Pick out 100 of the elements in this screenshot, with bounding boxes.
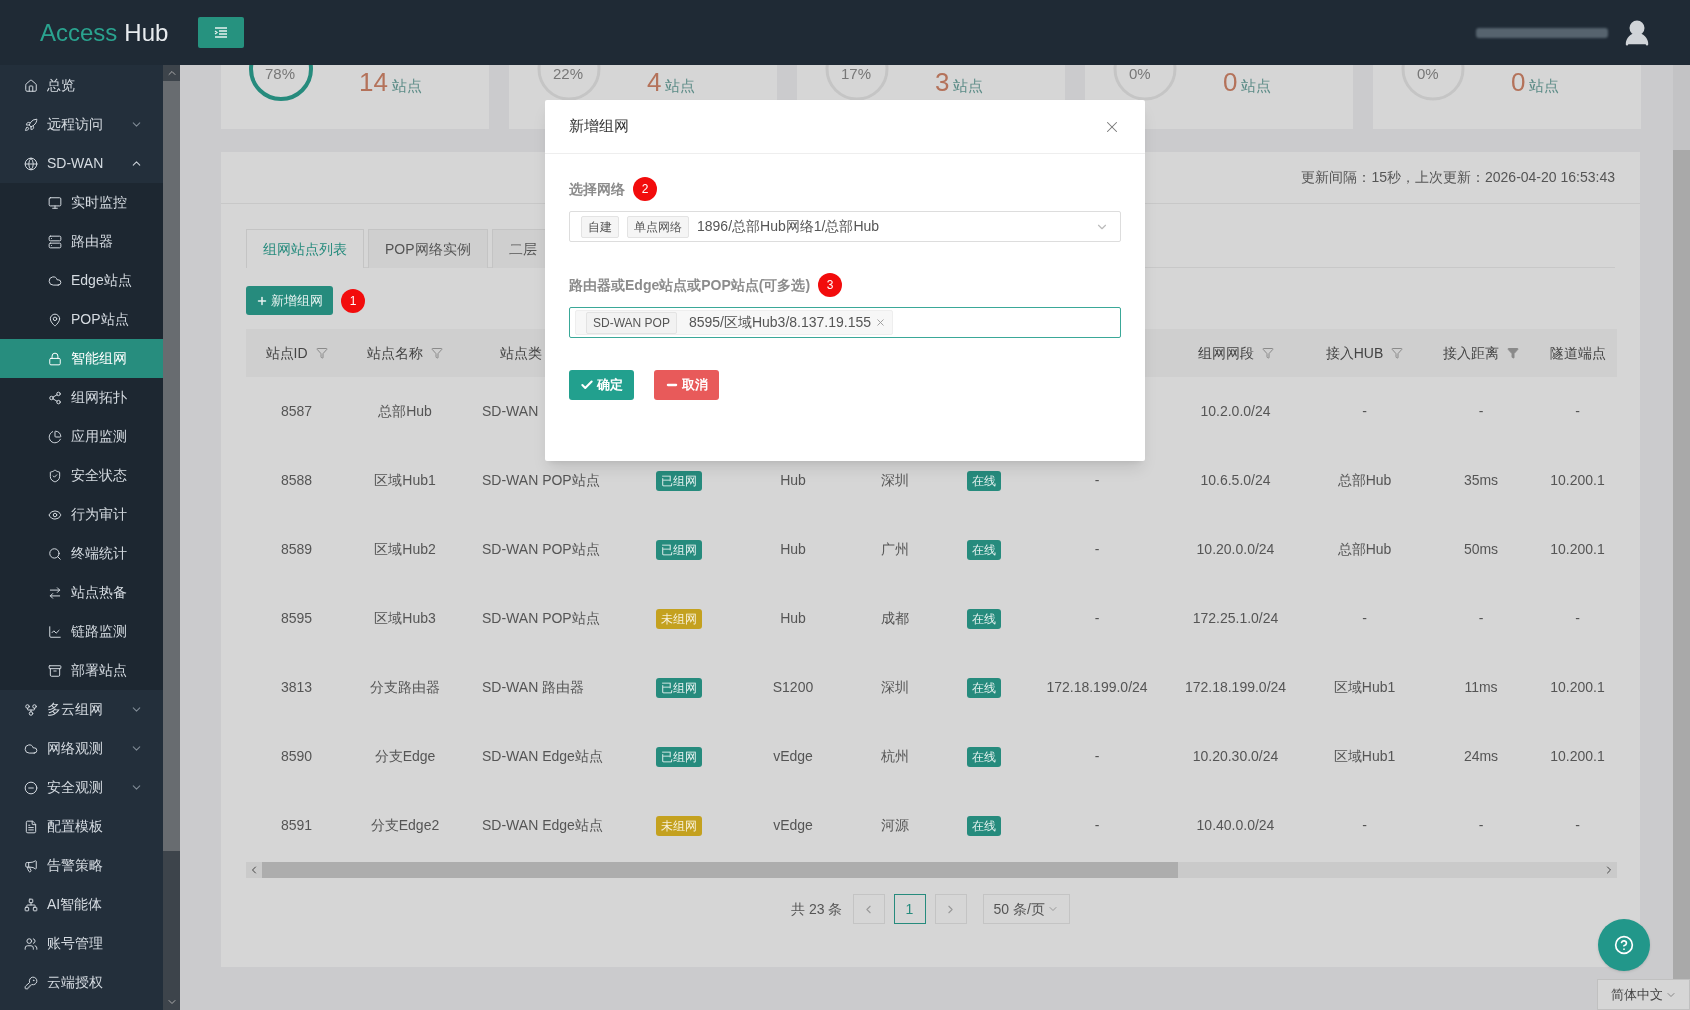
menu-toggle-button[interactable]: [198, 17, 244, 48]
house-icon: [24, 78, 38, 93]
server-icon: [48, 234, 62, 249]
nav-item[interactable]: POP站点: [0, 300, 163, 339]
nav-item[interactable]: AI智能体: [0, 885, 163, 924]
table-cell-text: 10.200.1: [1550, 747, 1605, 766]
table-cell-text: 24ms: [1463, 747, 1499, 766]
column-header[interactable]: 站点名称: [367, 342, 423, 364]
site-multiselect[interactable]: SD-WAN POP 8595/区域Hub3/8.137.19.155: [569, 307, 1121, 338]
status-tag: 在线: [967, 470, 1001, 491]
users-icon: [24, 936, 38, 951]
scrollbar-thumb[interactable]: [163, 81, 180, 851]
table-cell-text: 总部Hub: [1337, 471, 1392, 490]
percent-label: 17%: [841, 65, 872, 82]
table-cell-text: 8588: [280, 471, 313, 490]
column-header[interactable]: 站点ID: [265, 342, 308, 364]
table-cell-text: vEdge: [773, 747, 813, 766]
lock-icon: [48, 351, 62, 366]
table-cell-text: -: [1094, 540, 1100, 559]
network-select[interactable]: 自建 单点网络 1896/总部Hub网络1/总部Hub: [569, 211, 1121, 242]
nav-item[interactable]: 终端统计: [0, 534, 163, 573]
nav-item[interactable]: 远程访问: [0, 105, 163, 144]
field-label: 选择网络: [569, 179, 625, 199]
map-pin-icon: [48, 312, 62, 327]
table-cell-text: SD-WAN: [482, 402, 539, 421]
column-header[interactable]: 接入HUB: [1325, 342, 1384, 364]
table-cell-text: 区域Hub3: [374, 609, 436, 628]
nav-item[interactable]: 组网拓扑: [0, 378, 163, 417]
filter-icon[interactable]: [1507, 347, 1519, 359]
nav-item[interactable]: 多云组网: [0, 690, 163, 729]
column-header[interactable]: 站点类: [500, 342, 542, 364]
nav-item[interactable]: 安全状态: [0, 456, 163, 495]
nav-item[interactable]: 部署站点: [0, 651, 163, 690]
step-badge: 3: [818, 273, 843, 297]
collapse-menu-icon: [214, 27, 228, 38]
nav-item[interactable]: 安全观测: [0, 768, 163, 807]
status-tag: 在线: [967, 815, 1001, 836]
nav-item[interactable]: Edge站点: [0, 261, 163, 300]
count-unit: 站点: [391, 76, 422, 96]
nav-item[interactable]: SD-WAN: [0, 144, 163, 183]
nav-item[interactable]: 应用监测: [0, 417, 163, 456]
cloud-icon: [24, 741, 38, 756]
filter-icon[interactable]: [315, 347, 328, 359]
table-cell-text: 10.40.0.0/24: [1196, 816, 1275, 835]
nav-item[interactable]: 实时监控: [0, 183, 163, 222]
nav-item[interactable]: 总览: [0, 66, 163, 105]
table-cell-text: 区域Hub1: [1333, 678, 1396, 697]
column-header[interactable]: 接入距离: [1443, 342, 1499, 364]
status-tag: 在线: [967, 677, 1001, 698]
filter-icon[interactable]: [1391, 347, 1404, 359]
help-icon: [1614, 935, 1634, 955]
nav-item[interactable]: 网络观测: [0, 729, 163, 768]
table-cell-text: SD-WAN POP站点: [482, 609, 600, 628]
next-page-button[interactable]: [934, 894, 967, 924]
table-cell-text: 8589: [280, 540, 313, 559]
filter-icon[interactable]: [431, 347, 443, 359]
nav-item[interactable]: 路由器: [0, 222, 163, 261]
nav-item[interactable]: 云端授权: [0, 963, 163, 1002]
previous-page-button[interactable]: [852, 894, 885, 924]
chip-tag: SD-WAN POP: [586, 311, 677, 334]
table-cell-text: 河源: [881, 816, 909, 835]
scrollbar-thumb[interactable]: [1673, 150, 1690, 980]
nav-item[interactable]: 行为审计: [0, 495, 163, 534]
page-size-select[interactable]: 50 条/页: [982, 894, 1070, 924]
scrollbar-thumb[interactable]: [262, 862, 1178, 878]
table-cell-text: 成都: [881, 609, 909, 628]
table-cell-text: -: [1362, 816, 1367, 835]
help-button[interactable]: [1598, 919, 1650, 971]
table-cell-text: SD-WAN Edge站点: [482, 747, 603, 766]
network-tag: 单点网络: [627, 215, 689, 238]
nav-item[interactable]: 账号管理: [0, 924, 163, 963]
nav-item[interactable]: 智能组网: [0, 339, 163, 378]
table-cell-text: 深圳: [881, 678, 909, 697]
arrows-icon: [48, 585, 62, 600]
column-header[interactable]: 组网网段: [1197, 342, 1254, 364]
selected-chip[interactable]: SD-WAN POP 8595/区域Hub3/8.137.19.155: [575, 310, 894, 335]
language-select[interactable]: 简体中文: [1597, 979, 1690, 1010]
status-tag: 已组网: [655, 539, 702, 560]
filter-icon[interactable]: [1261, 347, 1274, 359]
line-chart-icon: [48, 624, 62, 639]
table-cell-text: 172.18.199.0/24: [1184, 678, 1287, 697]
eye-icon: [48, 507, 62, 522]
table-cell-text: Hub: [780, 609, 806, 628]
status-tag: 未组网: [655, 815, 702, 836]
nav-item[interactable]: 链路监测: [0, 612, 163, 651]
column-header[interactable]: 隧道端点: [1549, 342, 1606, 364]
remove-icon[interactable]: [875, 317, 887, 328]
plus-icon: [256, 294, 268, 307]
nav-item[interactable]: 配置模板: [0, 807, 163, 846]
megaphone-icon: [24, 858, 38, 873]
status-tag: 已组网: [655, 746, 702, 767]
nav-item[interactable]: 站点热备: [0, 573, 163, 612]
tab[interactable]: POP网络实例: [368, 229, 488, 268]
nav-item[interactable]: 告警策略: [0, 846, 163, 885]
percent-label: 22%: [553, 65, 584, 82]
add-network-button[interactable]: 新增组网: [246, 286, 333, 315]
table-cell-text: 10.6.5.0/24: [1200, 471, 1271, 490]
table-cell-text: 广州: [881, 540, 909, 559]
table-cell-text: 10.200.1: [1550, 471, 1605, 490]
table-cell-text: 10.200.1: [1550, 678, 1605, 697]
